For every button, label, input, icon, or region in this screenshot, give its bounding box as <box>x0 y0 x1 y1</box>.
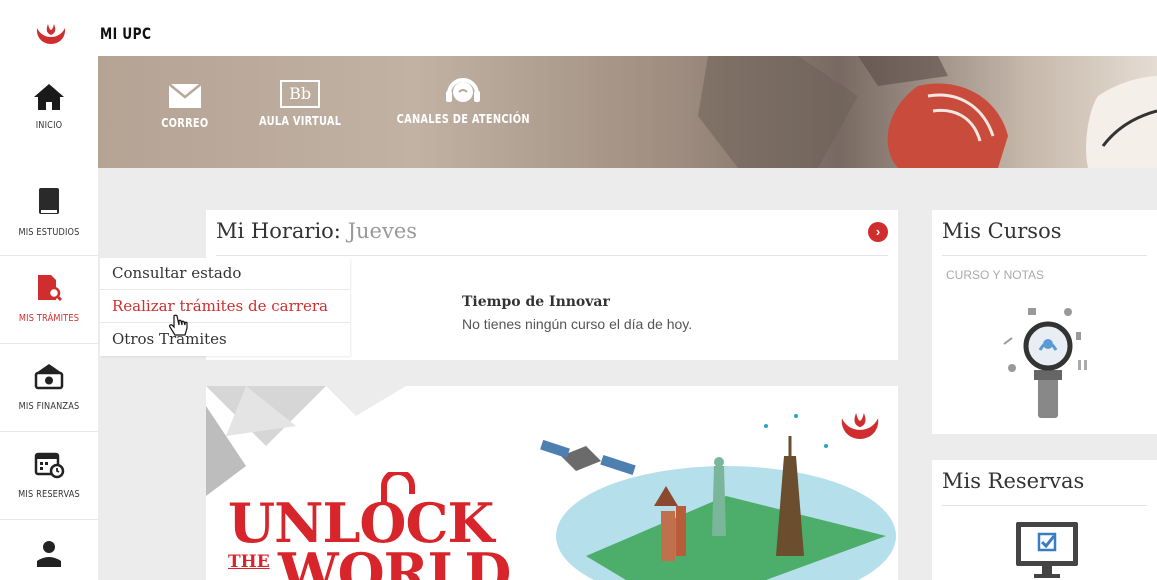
sidebar-item-label: MIS RESERVAS <box>18 489 80 500</box>
divider <box>942 255 1147 256</box>
divider <box>216 255 888 256</box>
hero-tile-canales[interactable]: CANALES DE ATENCIÓN <box>382 78 544 126</box>
sidebar-item-mis-estudios[interactable]: MIS ESTUDIOS <box>0 167 98 256</box>
chevron-right-icon: › <box>875 224 881 239</box>
user-icon <box>37 541 61 567</box>
sidebar-item-mis-reservas[interactable]: MIS RESERVAS <box>0 431 98 520</box>
banner-the: THE <box>228 552 270 572</box>
book-icon <box>39 188 59 214</box>
menu-item-consultar-estado[interactable]: Consultar estado <box>112 264 241 282</box>
sidebar-item-mis-tramites[interactable]: MIS TRÁMITES <box>0 255 98 344</box>
hero-tile-correo[interactable]: CORREO <box>156 78 214 130</box>
schedule-title-label: Mi Horario: <box>216 219 341 243</box>
sidebar-item-label: MIS ESTUDIOS <box>18 227 80 238</box>
blackboard-icon: Bb <box>280 80 321 108</box>
home-icon <box>34 84 64 110</box>
divider <box>100 289 350 290</box>
hand-cursor-icon <box>169 314 188 336</box>
top-bar: MI UPC <box>0 0 1157 56</box>
sidebar-item-inicio[interactable]: INICIO <box>0 56 98 168</box>
sidebar-item-mis-finanzas[interactable]: MIS FINANZAS <box>0 343 98 432</box>
sidebar-item-label: MIS FINANZAS <box>18 401 80 412</box>
reservations-card: Mis Reservas <box>932 460 1157 580</box>
courses-subtitle[interactable]: CURSO Y NOTAS <box>946 268 1044 282</box>
hero-tile-aula-virtual[interactable]: Bb AULA VIRTUAL <box>250 78 350 128</box>
courses-title: Mis Cursos <box>942 219 1062 243</box>
upc-logo <box>841 413 879 439</box>
courses-card: Mis Cursos CURSO Y NOTAS <box>932 210 1157 434</box>
course-name: Tiempo de Innovar <box>462 294 610 310</box>
hero-tile-label: CORREO <box>161 116 209 130</box>
hero-banner: CORREO Bb AULA VIRTUAL CANALES DE ATENCI… <box>98 56 1157 168</box>
money-icon <box>34 364 64 390</box>
hero-tile-label: CANALES DE ATENCIÓN <box>396 112 530 126</box>
document-search-icon <box>38 275 63 302</box>
divider <box>942 505 1147 506</box>
next-day-button[interactable]: › <box>868 222 888 242</box>
mail-icon <box>168 83 202 108</box>
banner-world: WORLD <box>278 541 511 580</box>
schedule-title: Mi Horario: Jueves <box>216 219 417 243</box>
monitor-check-icon <box>1016 522 1078 578</box>
divider <box>100 322 350 323</box>
headset-icon <box>446 78 481 102</box>
sidebar-item-user[interactable] <box>0 519 98 580</box>
upc-logo[interactable] <box>34 22 68 51</box>
tramites-dropdown-menu: Consultar estado Realizar trámites de ca… <box>100 258 350 356</box>
app-title: MI UPC <box>100 24 152 43</box>
magnifier-illustration-icon <box>1003 308 1087 418</box>
schedule-day: Jueves <box>347 219 418 243</box>
no-course-message: No tienes ningún curso el día de hoy. <box>462 316 693 332</box>
hero-tile-label: AULA VIRTUAL <box>259 114 342 128</box>
calendar-icon <box>34 452 65 479</box>
sidebar-item-label: INICIO <box>35 120 63 131</box>
sidebar-item-label: MIS TRÁMITES <box>18 313 80 324</box>
promo-banner[interactable]: UNLOCK THE WORLD <box>206 386 898 580</box>
menu-item-realizar-tramites[interactable]: Realizar trámites de carrera <box>112 297 328 315</box>
reservations-title: Mis Reservas <box>942 469 1085 493</box>
sidebar: INICIO MIS ESTUDIOS MIS TRÁMITES MIS FIN… <box>0 56 98 580</box>
